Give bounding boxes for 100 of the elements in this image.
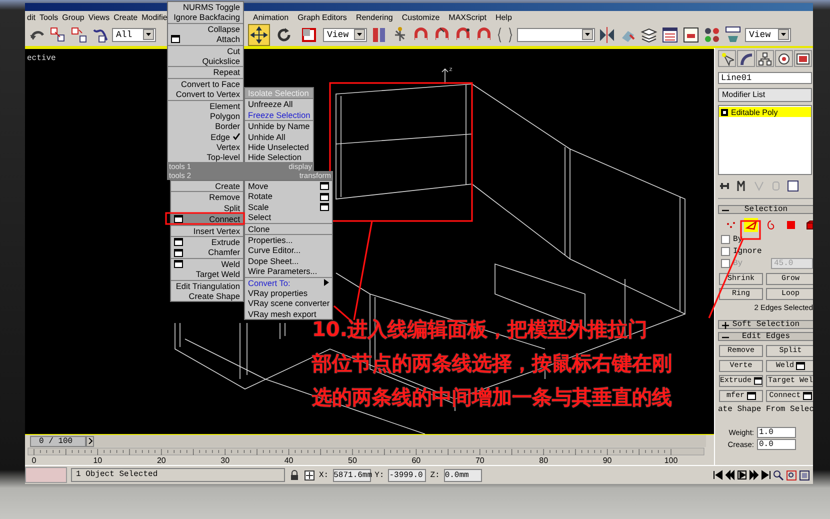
expand-toggle-icon[interactable] bbox=[722, 322, 729, 330]
menu-item[interactable]: Views bbox=[88, 12, 110, 22]
layers-icon[interactable] bbox=[640, 26, 658, 44]
time-slider-thumb[interactable]: 0 / 100 bbox=[30, 436, 86, 447]
coordinate-field[interactable]: 0.0mm bbox=[444, 468, 482, 482]
menu-item[interactable]: Cut bbox=[168, 46, 243, 56]
rollout-header[interactable]: Selection bbox=[718, 205, 813, 214]
curve-editor-icon[interactable] bbox=[661, 26, 679, 44]
options-box-icon[interactable] bbox=[320, 192, 329, 201]
configure-icon[interactable] bbox=[786, 179, 800, 194]
command-tab[interactable] bbox=[756, 50, 774, 68]
zoom-all-icon[interactable] bbox=[786, 470, 797, 481]
go-to-start-icon[interactable] bbox=[713, 470, 723, 480]
menu-item[interactable]: Customize bbox=[402, 12, 440, 22]
modifier-list-dropdown[interactable]: Modifier List bbox=[718, 88, 812, 102]
menu-item[interactable]: Convert To: bbox=[245, 278, 332, 288]
command-tab[interactable] bbox=[794, 50, 812, 68]
reference-coordinate-dropdown[interactable]: View bbox=[323, 28, 367, 42]
menu-item[interactable]: Scale bbox=[245, 202, 332, 212]
options-box-icon[interactable] bbox=[320, 182, 329, 190]
menu-item[interactable]: Vertex bbox=[168, 142, 243, 152]
menu-item[interactable]: Insert Vertex bbox=[171, 226, 243, 236]
options-box-icon[interactable] bbox=[754, 377, 762, 386]
create-shape-button[interactable]: ate Shape From Selec bbox=[718, 405, 813, 414]
schematic-icon[interactable] bbox=[682, 26, 700, 44]
command-tab[interactable] bbox=[718, 50, 736, 68]
menu-item[interactable]: Wire Parameters... bbox=[245, 266, 332, 277]
menu-item[interactable]: Repeat bbox=[168, 67, 243, 78]
menu-item[interactable]: Edge bbox=[168, 132, 243, 142]
checkbox[interactable] bbox=[721, 246, 730, 256]
menu-item[interactable]: Dope Sheet... bbox=[245, 256, 332, 266]
menu-item[interactable]: Curve Editor... bbox=[245, 245, 332, 256]
rollout-header[interactable]: Edit Edges bbox=[718, 332, 813, 342]
link-icon[interactable] bbox=[49, 26, 67, 44]
checkbox[interactable] bbox=[721, 234, 730, 244]
script-listener-field[interactable] bbox=[25, 467, 67, 484]
rollout-header[interactable]: Soft Selection bbox=[718, 320, 813, 330]
options-box-icon[interactable] bbox=[174, 238, 183, 246]
options-box-icon[interactable] bbox=[171, 35, 180, 44]
menu-item[interactable]: Help bbox=[495, 12, 512, 22]
play-icon[interactable] bbox=[737, 470, 747, 480]
lock-icon[interactable] bbox=[289, 470, 300, 481]
menu-item[interactable]: Split bbox=[171, 202, 243, 214]
time-slider-track[interactable]: 0 / 100 bbox=[30, 435, 706, 448]
next-frame-icon[interactable] bbox=[749, 470, 759, 480]
menu-item[interactable]: Rotate bbox=[245, 191, 332, 202]
spinner-field[interactable]: 1.0 bbox=[757, 426, 796, 438]
menu-item[interactable]: VRay mesh export bbox=[245, 308, 332, 320]
menu-item[interactable]: Freeze Selection bbox=[245, 110, 313, 120]
zoom-icon[interactable] bbox=[773, 470, 784, 481]
unlink-icon[interactable] bbox=[70, 26, 88, 44]
menu-item[interactable]: Create Shape bbox=[171, 290, 243, 302]
options-box-icon[interactable] bbox=[174, 248, 183, 257]
menu-item[interactable]: Clone bbox=[245, 224, 332, 234]
stack-item[interactable]: Editable Poly bbox=[719, 107, 811, 118]
menu-item[interactable]: MAXScript bbox=[448, 12, 486, 22]
menu-item[interactable]: Remove bbox=[171, 192, 243, 203]
menu-item[interactable]: Collapse bbox=[168, 24, 243, 34]
menu-item[interactable]: Convert to Vertex bbox=[168, 89, 243, 100]
menu-item[interactable]: Target Weld bbox=[171, 269, 243, 280]
menu-item[interactable]: Rendering bbox=[356, 12, 393, 22]
options-box-icon[interactable] bbox=[802, 392, 812, 400]
render-teapot-icon[interactable] bbox=[724, 26, 742, 44]
menu-item[interactable]: Border bbox=[168, 121, 243, 132]
menu-item[interactable]: Element bbox=[168, 100, 243, 111]
move-button[interactable] bbox=[248, 24, 270, 46]
menu-item[interactable]: Edit Triangulation bbox=[171, 280, 243, 291]
absolute-mode-icon[interactable] bbox=[304, 470, 315, 481]
menu-item[interactable]: Convert to Face bbox=[168, 78, 243, 90]
options-box-icon[interactable] bbox=[746, 392, 756, 400]
menu-item[interactable]: Hide Unselected bbox=[245, 142, 313, 152]
previous-frame-icon[interactable] bbox=[725, 470, 735, 480]
menu-item[interactable]: VRay scene converter bbox=[245, 298, 332, 309]
spinner-field[interactable]: 0.0 bbox=[757, 438, 796, 450]
options-box-icon[interactable] bbox=[796, 362, 805, 370]
menu-item[interactable]: Properties... bbox=[245, 234, 332, 246]
coordinate-field[interactable]: -3999.0 bbox=[388, 468, 426, 482]
named-selection-icon[interactable] bbox=[496, 26, 514, 44]
menu-item[interactable]: NURMS Toggle bbox=[168, 2, 243, 12]
menu-item[interactable]: Unfreeze All bbox=[245, 99, 313, 110]
named-selection-dropdown[interactable] bbox=[517, 28, 595, 42]
menu-item[interactable]: Hide Selection bbox=[245, 152, 313, 163]
options-box-icon[interactable] bbox=[174, 215, 183, 224]
menu-item[interactable]: Tools bbox=[39, 12, 58, 22]
next-frame-button[interactable] bbox=[86, 436, 94, 447]
menu-item[interactable]: Select bbox=[245, 212, 332, 223]
zoom-extents-icon[interactable] bbox=[799, 470, 810, 481]
menu-item[interactable]: Weld bbox=[171, 258, 243, 270]
menu-item[interactable]: Graph Editors bbox=[298, 12, 347, 22]
object-name-field[interactable]: Line01 bbox=[718, 72, 812, 84]
menu-item[interactable]: Extrude bbox=[171, 236, 243, 248]
menu-item[interactable]: Create bbox=[171, 181, 243, 192]
material-editor-icon[interactable] bbox=[703, 26, 721, 44]
menu-item[interactable]: Top-level bbox=[168, 152, 243, 163]
track-bar[interactable] bbox=[28, 448, 704, 456]
menu-item[interactable]: Quickslice bbox=[168, 56, 243, 66]
menu-item[interactable]: Group bbox=[62, 12, 84, 22]
menu-item[interactable]: Modifie bbox=[142, 12, 168, 22]
command-tab[interactable] bbox=[737, 50, 755, 68]
menu-item[interactable]: Unhide by Name bbox=[245, 121, 313, 132]
